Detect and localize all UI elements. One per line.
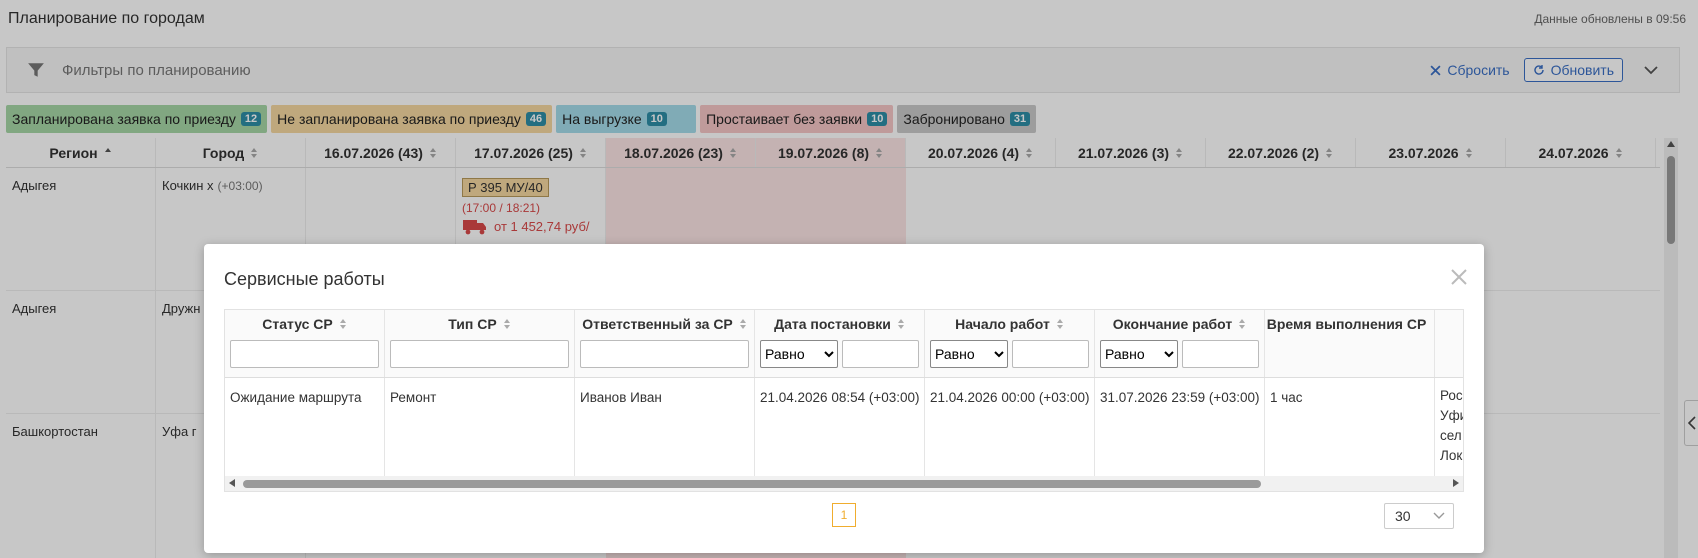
sort-icon <box>897 319 904 329</box>
col-responsible: Ответственный за СР <box>575 310 755 377</box>
type-filter-input[interactable] <box>390 340 569 368</box>
end-operator-select[interactable]: Равно <box>1100 340 1178 368</box>
cell-start: 21.04.2026 00:00 (+03:00) <box>925 378 1095 476</box>
col-date-set: Дата постановки Равно <box>755 310 925 377</box>
date-set-operator-select[interactable]: Равно <box>760 340 838 368</box>
service-works-table: Статус СР Тип СР Ответственный за СР Дат… <box>224 309 1464 492</box>
cell-date-set: 21.04.2026 08:54 (+03:00) <box>755 378 925 476</box>
horizontal-scrollbar[interactable] <box>225 476 1463 491</box>
col-extra <box>1435 310 1463 377</box>
pagination-page-1[interactable]: 1 <box>832 503 856 527</box>
col-start: Начало работ Равно <box>925 310 1095 377</box>
close-icon[interactable] <box>1450 268 1468 286</box>
start-operator-select[interactable]: Равно <box>930 340 1008 368</box>
table-row[interactable]: Ожидание маршрута Ремонт Иванов Иван 21.… <box>225 378 1463 476</box>
cell-extra: Рос Уфи сел Лок <box>1440 388 1463 463</box>
date-set-filter-input[interactable] <box>842 340 919 368</box>
sort-icon <box>739 319 746 329</box>
col-end: Окончание работ Равно <box>1095 310 1265 377</box>
sort-icon <box>1239 319 1246 329</box>
scroll-right-icon[interactable] <box>1453 479 1459 487</box>
table-header: Статус СР Тип СР Ответственный за СР Дат… <box>225 310 1463 378</box>
scroll-left-icon[interactable] <box>229 479 235 487</box>
responsible-filter-input[interactable] <box>580 340 749 368</box>
page-size-select[interactable]: 30 <box>1384 503 1454 529</box>
col-type: Тип СР <box>385 310 575 377</box>
cell-status: Ожидание маршрута <box>225 378 385 476</box>
cell-end: 31.07.2026 23:59 (+03:00) <box>1095 378 1265 476</box>
cell-duration: 1 час <box>1265 378 1435 476</box>
modal-title: Сервисные работы <box>224 269 385 289</box>
sort-icon <box>503 319 510 329</box>
col-duration: Время выполнения СР <box>1265 310 1435 377</box>
chevron-down-icon <box>1433 512 1445 519</box>
status-filter-input[interactable] <box>230 340 379 368</box>
sort-icon <box>1056 319 1063 329</box>
col-status: Статус СР <box>225 310 385 377</box>
start-filter-input[interactable] <box>1012 340 1089 368</box>
cell-type: Ремонт <box>385 378 575 476</box>
end-filter-input[interactable] <box>1182 340 1259 368</box>
cell-responsible: Иванов Иван <box>575 378 755 476</box>
sort-icon <box>339 319 346 329</box>
scroll-thumb[interactable] <box>243 480 1261 488</box>
service-works-modal: Сервисные работы Статус СР Тип СР Ответс… <box>204 244 1484 553</box>
